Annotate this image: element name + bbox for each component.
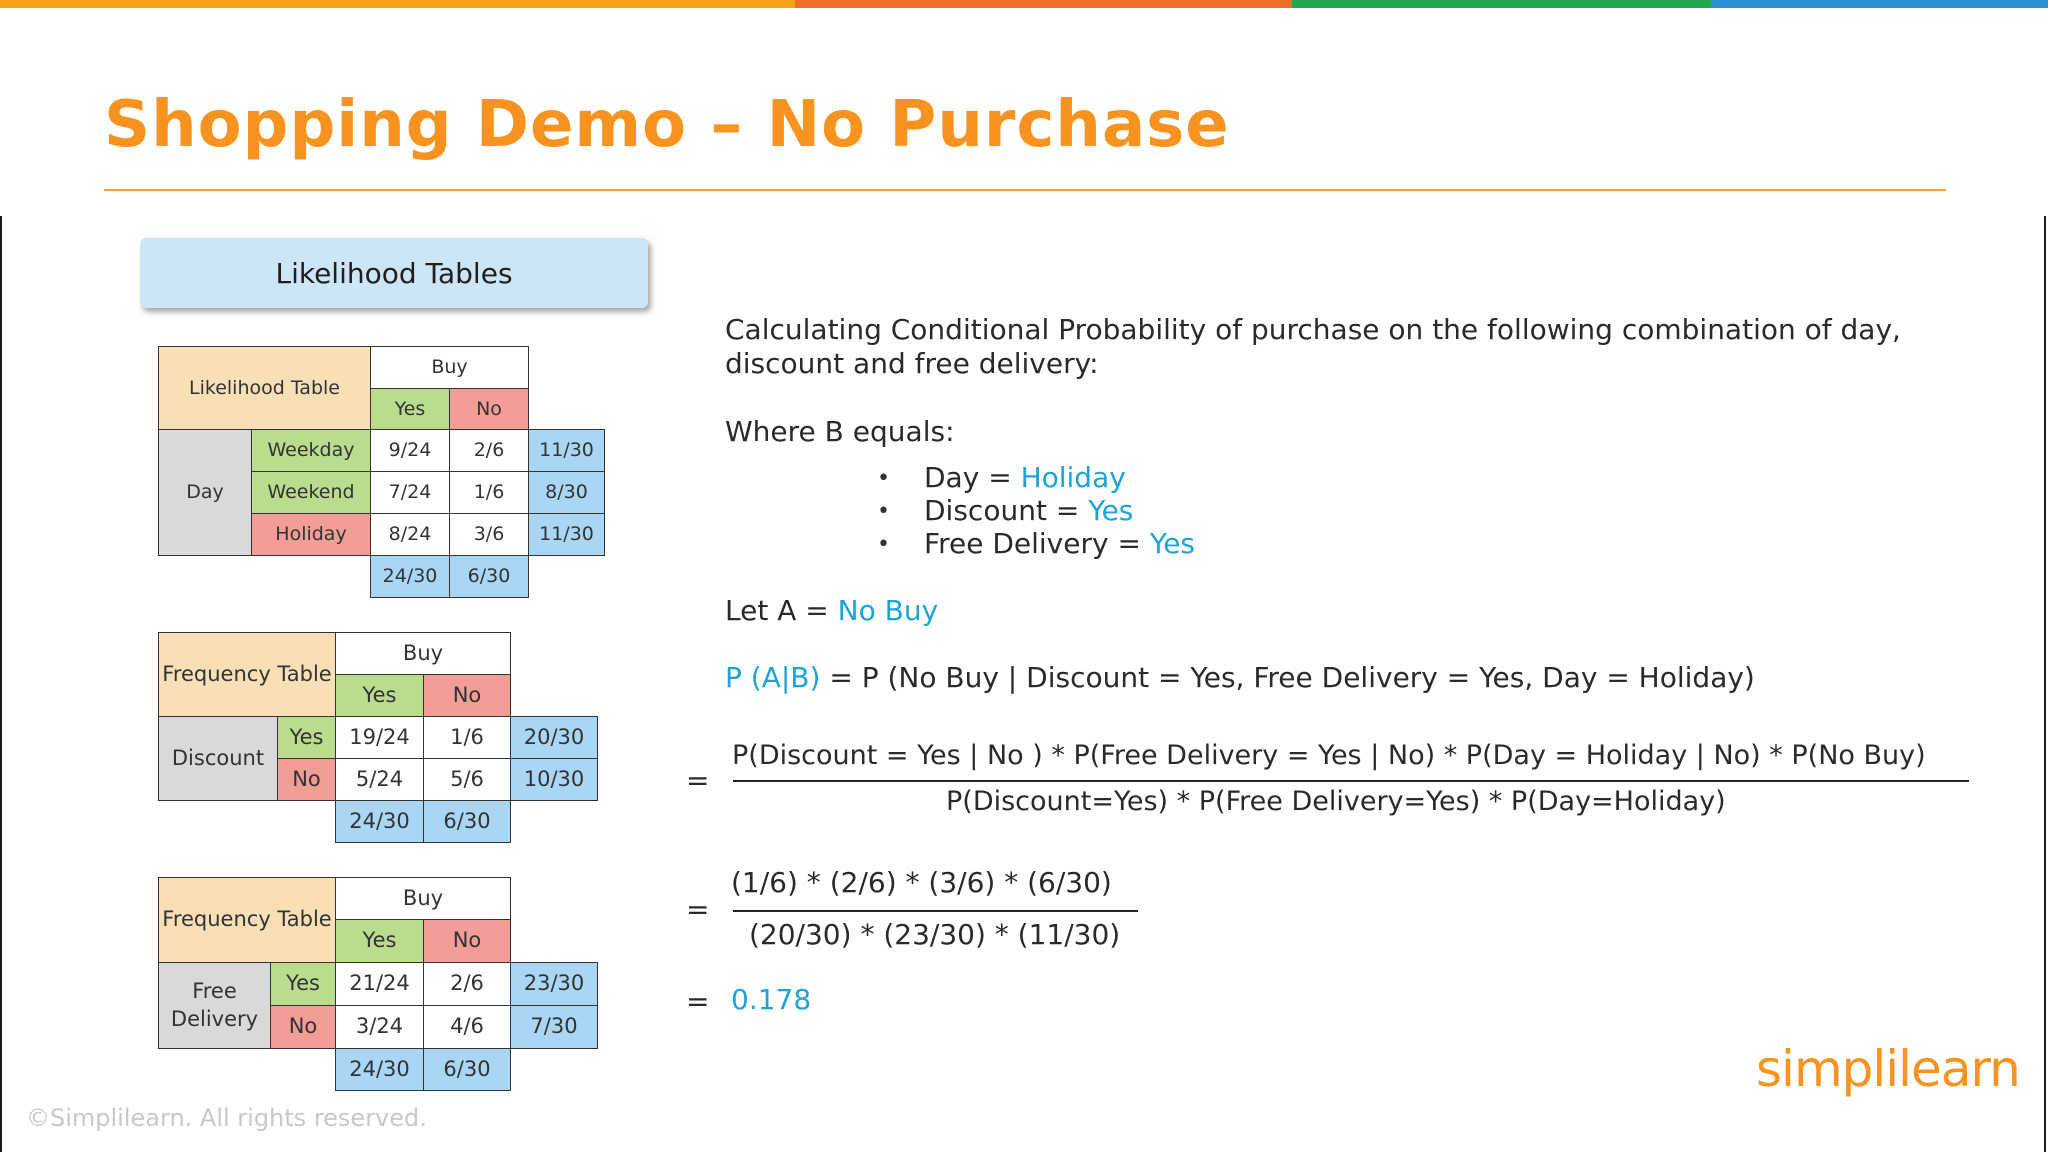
column-total: 6/30: [423, 1048, 511, 1091]
row-total: 7/30: [510, 1005, 598, 1049]
bullet-point: •: [877, 499, 890, 524]
row-total: 11/30: [528, 429, 605, 472]
yes-header: Yes: [370, 388, 450, 430]
condition-free-delivery: Free Delivery = Yes: [924, 527, 1196, 560]
no-header: No: [423, 674, 511, 717]
equals-sign: =: [686, 985, 710, 1018]
fraction-bar: [733, 910, 1138, 912]
row-label: Weekend: [251, 471, 371, 514]
let-a-definition: Let A = No Buy: [725, 594, 939, 627]
column-total: 24/30: [335, 1048, 424, 1091]
row-label: Holiday: [251, 513, 371, 556]
no-header: No: [449, 388, 529, 430]
table-cell: 19/24: [335, 716, 424, 759]
top-color-bar: [0, 0, 2048, 8]
row-total: 8/30: [528, 471, 605, 514]
fraction-bar: [733, 780, 1969, 782]
table-cell: 7/24: [370, 471, 450, 514]
table-cell: 9/24: [370, 429, 450, 472]
equals-sign: =: [686, 893, 710, 926]
formula-numerator: P(Discount = Yes | No ) * P(Free Deliver…: [732, 740, 1926, 771]
row-label: Yes: [277, 716, 336, 759]
table-cell: 1/6: [423, 716, 511, 759]
table-cell: 2/6: [449, 429, 529, 472]
table-cell: 3/6: [449, 513, 529, 556]
intro-line-1: Calculating Conditional Probability of p…: [725, 313, 1901, 346]
row-total: 20/30: [510, 716, 598, 759]
numeric-denominator: (20/30) * (23/30) * (11/30): [749, 918, 1121, 951]
numeric-numerator: (1/6) * (2/6) * (3/6) * (6/30): [731, 866, 1112, 899]
no-header: No: [423, 919, 511, 963]
slide-title: Shopping Demo – No Purchase: [104, 88, 1230, 162]
result-value: 0.178: [731, 983, 812, 1016]
buy-header: Buy: [370, 346, 529, 389]
table-cell: 1/6: [449, 471, 529, 514]
where-b-label: Where B equals:: [725, 415, 955, 448]
table-cell: 21/24: [335, 962, 424, 1006]
column-total: 24/30: [335, 800, 424, 843]
condition-discount: Discount = Yes: [924, 494, 1134, 527]
row-label: No: [277, 758, 336, 801]
likelihood-tables-badge: Likelihood Tables: [140, 238, 648, 308]
yes-header: Yes: [335, 674, 424, 717]
table-cell: 3/24: [335, 1005, 424, 1049]
simplilearn-logo: simplilearn: [1756, 1040, 2021, 1098]
bullet-point: •: [877, 532, 890, 557]
row-label: Yes: [270, 962, 336, 1006]
table-cell: 5/24: [335, 758, 424, 801]
row-total: 11/30: [528, 513, 605, 556]
column-total: 6/30: [423, 800, 511, 843]
buy-header: Buy: [335, 877, 511, 920]
row-label: Weekday: [251, 429, 371, 472]
formula-denominator: P(Discount=Yes) * P(Free Delivery=Yes) *…: [946, 786, 1726, 817]
left-border: [0, 216, 2, 1152]
equals-sign: =: [686, 764, 710, 797]
yes-header: Yes: [335, 919, 424, 963]
row-total: 10/30: [510, 758, 598, 801]
conditional-probability-statement: P (A|B) = P (No Buy | Discount = Yes, Fr…: [725, 661, 1755, 694]
condition-day: Day = Holiday: [924, 461, 1126, 494]
copyright-notice: ©Simplilearn. All rights reserved.: [26, 1104, 427, 1132]
column-total: 6/30: [449, 555, 529, 598]
table-cell: 8/24: [370, 513, 450, 556]
table-cell: 2/6: [423, 962, 511, 1006]
group-label: Day: [158, 429, 252, 556]
table-cell: 4/6: [423, 1005, 511, 1049]
table-corner: Frequency Table: [158, 632, 336, 717]
table-cell: 5/6: [423, 758, 511, 801]
group-label: Discount: [158, 716, 278, 801]
row-label: No: [270, 1005, 336, 1049]
title-divider: [104, 189, 1946, 191]
table-corner: Frequency Table: [158, 877, 336, 963]
buy-header: Buy: [335, 632, 511, 675]
bullet-point: •: [877, 466, 890, 491]
column-total: 24/30: [370, 555, 450, 598]
table-corner: Likelihood Table: [158, 346, 371, 430]
group-label: Free Delivery: [158, 962, 271, 1049]
row-total: 23/30: [510, 962, 598, 1006]
right-border: [2044, 216, 2046, 1152]
intro-line-2: discount and free delivery:: [725, 347, 1099, 380]
